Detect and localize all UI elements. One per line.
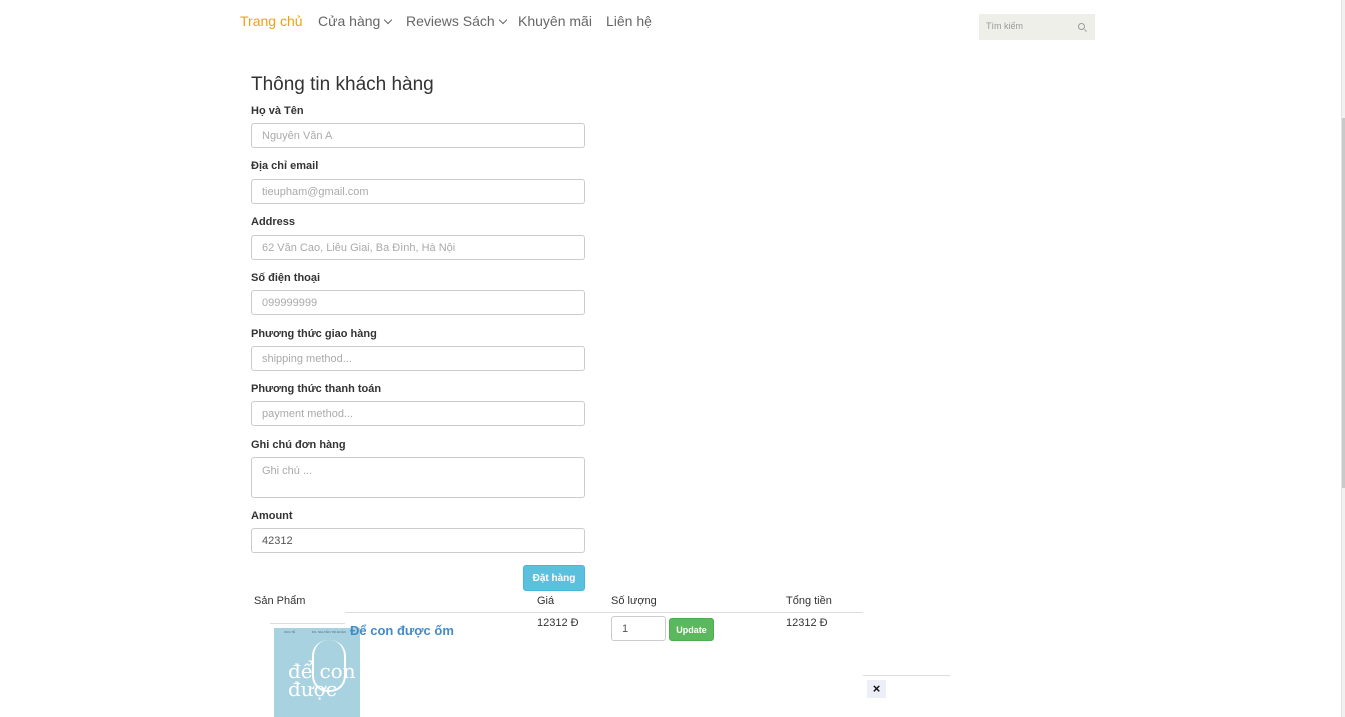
email-field[interactable]: [251, 179, 585, 204]
table-divider: [345, 612, 863, 613]
search-input[interactable]: [979, 14, 1070, 38]
nav-item-shop[interactable]: Cửa hàng: [318, 13, 393, 29]
cover-title: để con được: [288, 659, 356, 701]
payment-method-field[interactable]: [251, 401, 585, 426]
page-title: Thông tin khách hàng: [251, 74, 434, 95]
vertical-scrollbar[interactable]: [1341, 0, 1345, 717]
table-divider: [863, 675, 950, 676]
order-note-label: Ghi chú đơn hàng: [251, 439, 346, 451]
phone-field[interactable]: [251, 290, 585, 315]
amount-label: Amount: [251, 510, 293, 522]
shipping-method-label: Phương thức giao hàng: [251, 328, 377, 340]
shipping-method-field[interactable]: [251, 346, 585, 371]
address-label: Address: [251, 216, 296, 228]
cart-header-total: Tổng tiền: [786, 595, 832, 607]
search-icon[interactable]: [1078, 23, 1085, 30]
product-total: 12312 Đ: [786, 617, 828, 629]
chevron-down-icon: [498, 15, 507, 25]
address-field[interactable]: [251, 235, 585, 260]
search-box: [979, 14, 1095, 40]
top-navbar: Trang chủ Cửa hàng Reviews Sách Khuyên m…: [0, 0, 1345, 45]
cover-tag: UNG TẾ: [284, 630, 296, 634]
quantity-input[interactable]: [611, 616, 666, 641]
cart-header-quantity: Số lượng: [611, 595, 657, 607]
phone-label: Số điện thoại: [251, 272, 321, 284]
cover-author: DS. NGUYỄN TRÍ ĐOÀN: [312, 630, 346, 634]
nav-item-reviews[interactable]: Reviews Sách: [406, 13, 507, 29]
nav-item-shop-label: Cửa hàng: [318, 13, 381, 29]
nav-item-promotions[interactable]: Khuyên mãi: [518, 13, 592, 29]
order-note-field[interactable]: [251, 457, 585, 498]
table-divider: [270, 623, 345, 624]
product-price: 12312 Đ: [537, 617, 579, 629]
chevron-down-icon: [384, 15, 393, 25]
payment-method-label: Phương thức thanh toán: [251, 383, 382, 395]
cart-header-price: Giá: [537, 595, 555, 607]
name-label: Họ và Tên: [251, 105, 304, 117]
place-order-button[interactable]: Đặt hàng: [523, 565, 585, 591]
remove-item-icon[interactable]: ×: [867, 680, 886, 698]
nav-item-reviews-label: Reviews Sách: [406, 13, 495, 29]
name-field[interactable]: [251, 123, 585, 148]
update-button[interactable]: Update: [669, 618, 714, 641]
email-label: Địa chỉ email: [251, 160, 319, 172]
product-cover-image[interactable]: UNG TẾ DS. NGUYỄN TRÍ ĐOÀN để con được: [274, 628, 360, 717]
cart-header-product: Sản Phẩm: [254, 595, 306, 607]
amount-field[interactable]: [251, 528, 585, 553]
nav-item-contact[interactable]: Liên hệ: [606, 13, 652, 29]
nav-item-home[interactable]: Trang chủ: [240, 13, 303, 29]
product-name-link[interactable]: Để con được ốm: [350, 623, 454, 638]
